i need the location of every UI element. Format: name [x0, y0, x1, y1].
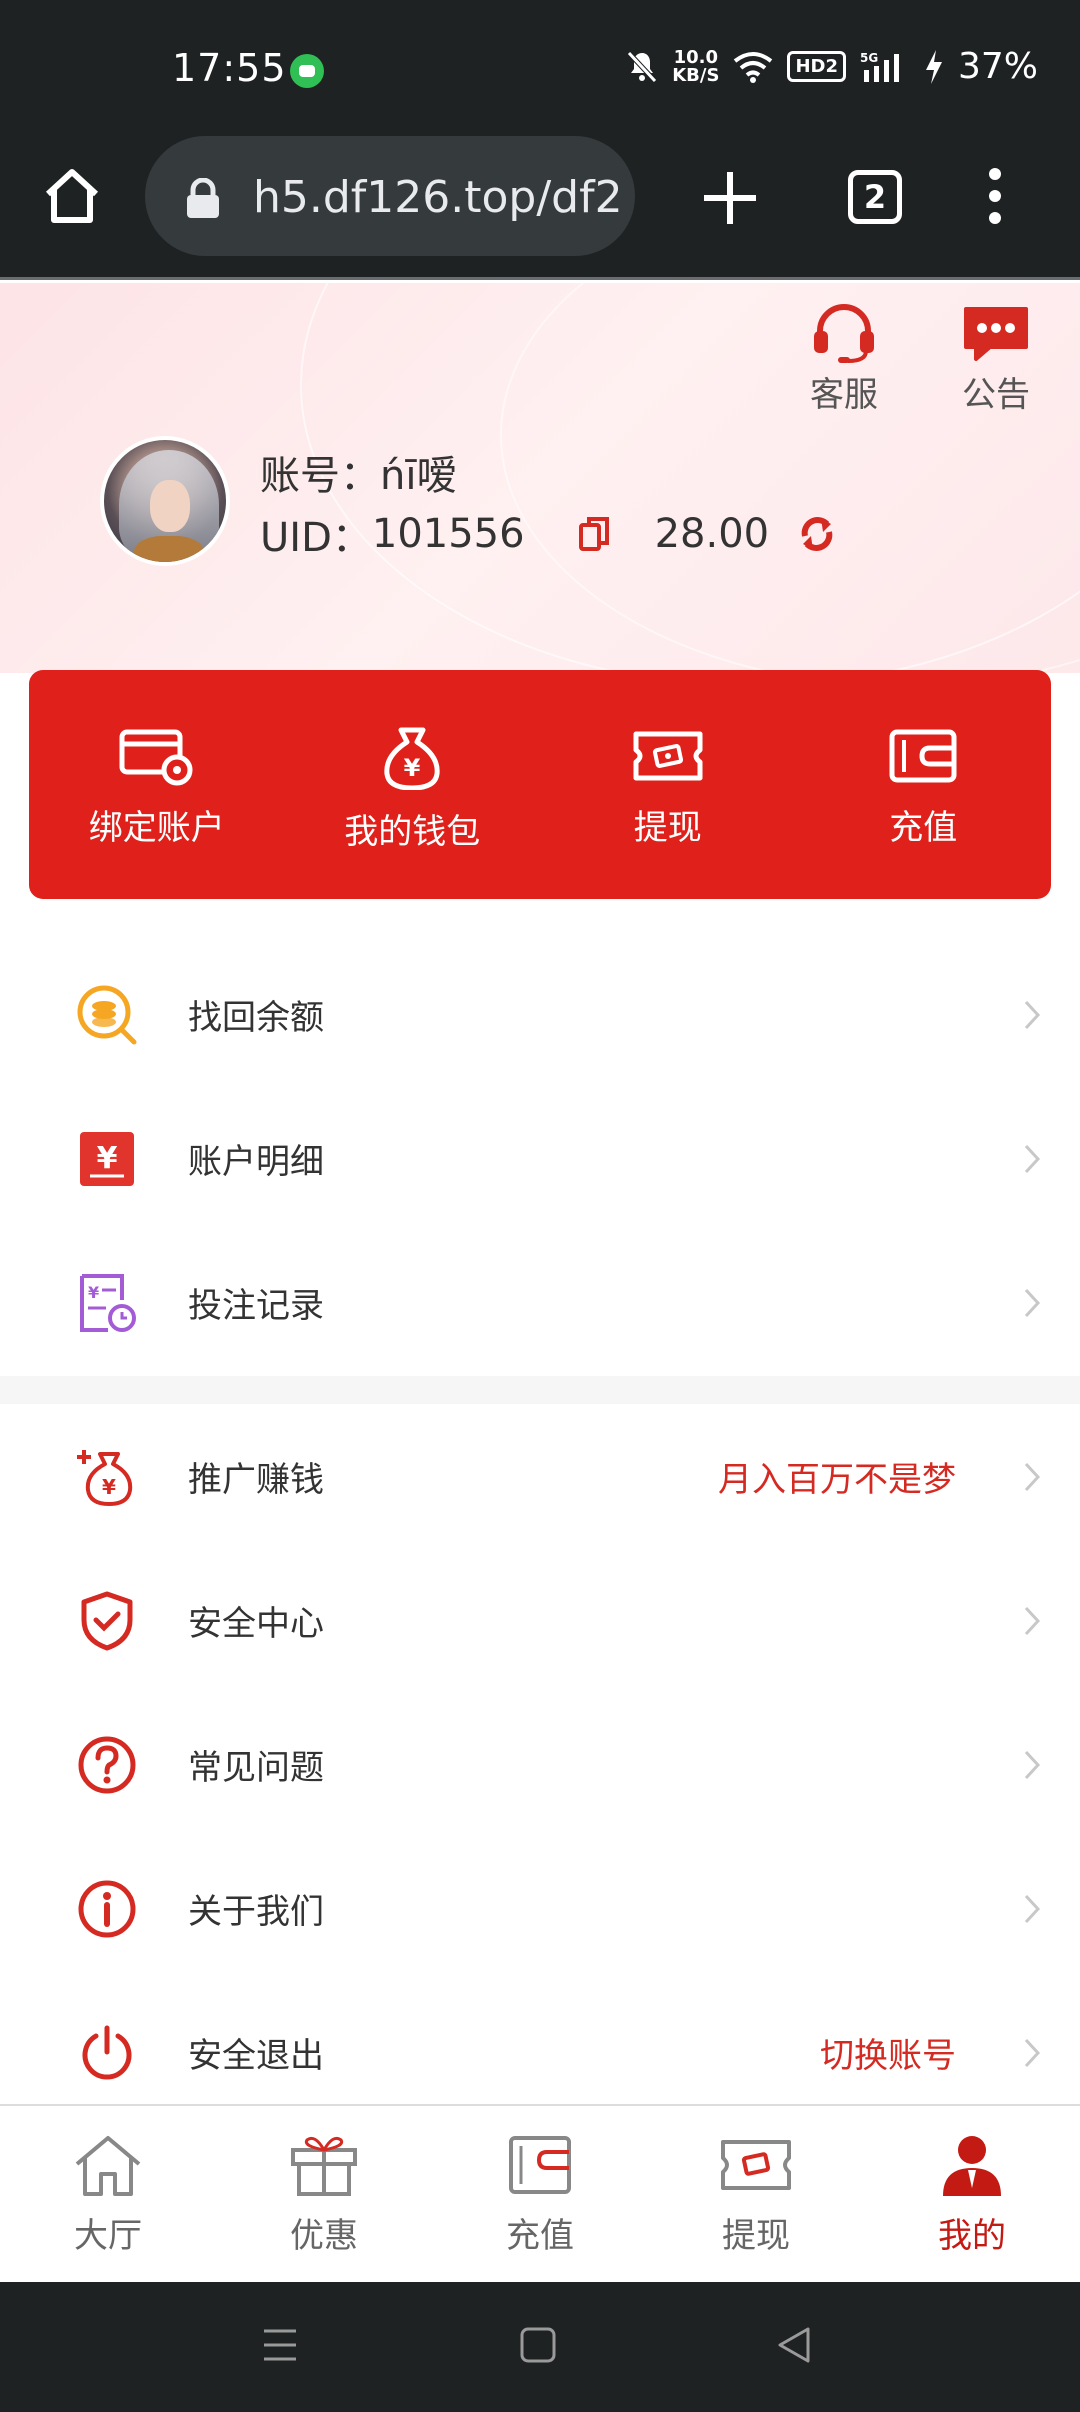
- browser-toolbar: h5.df126.top/df2 2: [0, 130, 1080, 280]
- menu-item-about-us[interactable]: 关于我们: [0, 1836, 1080, 1980]
- chevron-right-icon: [1024, 1288, 1041, 1318]
- info-circle-icon: [78, 1880, 136, 1938]
- recent-apps-icon[interactable]: [262, 2325, 298, 2365]
- browser-home-icon[interactable]: [40, 164, 104, 228]
- customer-service-button[interactable]: 客服: [784, 303, 904, 416]
- chevron-right-icon: [1024, 1000, 1041, 1030]
- bind-account-button[interactable]: 绑定账户: [29, 670, 285, 899]
- gift-icon: [291, 2136, 357, 2196]
- status-time: 17:55: [172, 46, 287, 90]
- ticket-cash-icon: [721, 2140, 791, 2190]
- quick-actions-card: 绑定账户 ¥ 我的钱包 提现 充值: [29, 670, 1051, 899]
- wifi-icon: [734, 51, 773, 83]
- balance-value: 28.00: [654, 511, 770, 557]
- home-icon: [75, 2136, 141, 2196]
- money-bag-icon: ¥: [384, 727, 440, 790]
- tab-promotions[interactable]: 优惠: [216, 2106, 432, 2280]
- battery-percent: 37%: [957, 46, 1038, 87]
- status-bar: 17:55 10.0 KB/S HD2 5G 37%: [0, 0, 1080, 130]
- ticket-cash-icon: [633, 731, 703, 781]
- menu-group-1: 找回余额 ¥ 账户明细 ¥ 投注记录: [0, 942, 1080, 1374]
- system-nav-bar: [0, 2282, 1080, 2412]
- home-nav-icon[interactable]: [520, 2325, 556, 2365]
- app-notification-icon: [290, 54, 324, 88]
- coin-search-icon: [77, 985, 137, 1045]
- uid-line: UID： 101556 28.00: [260, 505, 837, 563]
- menu-item-security-center[interactable]: 安全中心: [0, 1548, 1080, 1692]
- charging-icon: [925, 49, 942, 84]
- my-wallet-button[interactable]: ¥ 我的钱包: [285, 670, 541, 899]
- uid-value: 101556: [371, 511, 525, 557]
- signal-icon: 5G: [860, 51, 899, 82]
- url-text: h5.df126.top/df2: [253, 172, 623, 223]
- power-icon: [82, 2025, 132, 2080]
- headset-icon: [814, 304, 874, 363]
- account-name: ńī嗳: [380, 453, 457, 499]
- menu-item-promote-earn[interactable]: ¥ 推广赚钱 月入百万不是梦: [0, 1404, 1080, 1548]
- svg-text:¥: ¥: [88, 1283, 99, 1302]
- menu-group-2: ¥ 推广赚钱 月入百万不是梦 安全中心 常见问题 关于我们 安全退出 切换账号: [0, 1404, 1080, 2124]
- account-line: 账号：ńī嗳: [260, 443, 456, 501]
- menu-item-bet-records[interactable]: ¥ 投注记录: [0, 1230, 1080, 1374]
- shield-check-icon: [81, 1591, 133, 1651]
- section-divider: [0, 1376, 1080, 1404]
- svg-text:5G: 5G: [860, 51, 878, 65]
- menu-item-faq[interactable]: 常见问题: [0, 1692, 1080, 1836]
- tab-mine[interactable]: 我的: [864, 2106, 1080, 2280]
- svg-text:¥: ¥: [97, 1141, 118, 1176]
- svg-text:¥: ¥: [102, 1475, 116, 1499]
- withdraw-button[interactable]: 提现: [540, 670, 796, 899]
- net-speed: 10.0 KB/S: [672, 46, 720, 86]
- chevron-right-icon: [1024, 1606, 1041, 1636]
- tab-recharge[interactable]: 充值: [432, 2106, 648, 2280]
- hd-voice-badge: HD2: [787, 51, 846, 82]
- promo-money-bag-icon: ¥: [77, 1450, 133, 1506]
- bottom-tab-bar: 大厅 优惠 充值 提现 我的: [0, 2104, 1080, 2280]
- menu-item-recover-balance[interactable]: 找回余额: [0, 942, 1080, 1086]
- uid-label: UID：: [260, 515, 372, 561]
- recharge-button[interactable]: 充值: [796, 670, 1052, 899]
- wallet-icon: [889, 729, 957, 783]
- mute-bell-icon: [627, 50, 658, 83]
- menu-item-account-details[interactable]: ¥ 账户明细: [0, 1086, 1080, 1230]
- announcement-button[interactable]: 公告: [936, 303, 1056, 416]
- card-settings-icon: [119, 729, 193, 786]
- tab-withdraw[interactable]: 提现: [648, 2106, 864, 2280]
- promo-slogan: 月入百万不是梦: [718, 1459, 956, 1500]
- avatar[interactable]: [100, 436, 230, 566]
- chevron-right-icon: [1024, 1750, 1041, 1780]
- menu-item-logout[interactable]: 安全退出 切换账号: [0, 1980, 1080, 2124]
- new-tab-icon[interactable]: [700, 168, 760, 228]
- profile-header: 客服 公告 账号：ńī嗳 UID： 101556 28.00: [0, 283, 1080, 673]
- lock-icon: [187, 178, 219, 218]
- back-nav-icon[interactable]: [776, 2325, 812, 2365]
- tab-lobby[interactable]: 大厅: [0, 2106, 216, 2280]
- chevron-right-icon: [1024, 2038, 1041, 2068]
- tab-switcher-button[interactable]: 2: [848, 170, 902, 224]
- refresh-icon[interactable]: [797, 514, 837, 554]
- chevron-right-icon: [1024, 1144, 1041, 1174]
- chevron-right-icon: [1024, 1462, 1041, 1492]
- copy-icon[interactable]: [578, 517, 609, 551]
- status-icons: 10.0 KB/S HD2 5G 37%: [626, 46, 1038, 87]
- switch-account-link[interactable]: 切换账号: [820, 2028, 956, 2077]
- question-circle-icon: [78, 1736, 136, 1794]
- user-icon: [943, 2136, 1001, 2196]
- yuan-document-icon: ¥: [80, 1132, 134, 1186]
- chevron-right-icon: [1024, 1894, 1041, 1924]
- record-clock-icon: ¥: [80, 1274, 136, 1332]
- address-bar[interactable]: h5.df126.top/df2: [145, 136, 635, 256]
- svg-text:¥: ¥: [404, 754, 421, 782]
- browser-menu-icon[interactable]: [985, 166, 1005, 226]
- account-label: 账号：: [260, 453, 380, 499]
- message-icon: [964, 307, 1028, 361]
- wallet-icon: [509, 2136, 571, 2194]
